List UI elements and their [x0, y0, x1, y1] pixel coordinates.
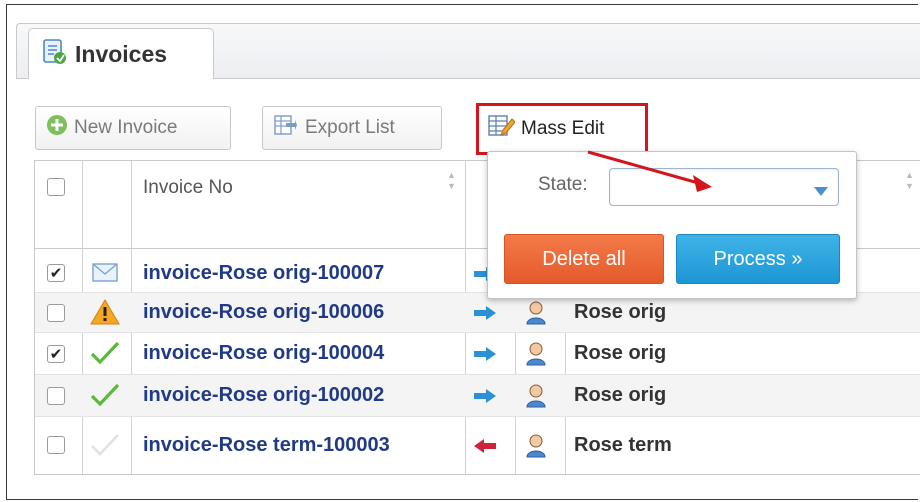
- mass-edit-popup: State: Delete all Process »: [487, 151, 857, 299]
- row-checkbox[interactable]: [47, 304, 65, 322]
- state-label: State:: [538, 174, 588, 195]
- account-name: Rose orig: [574, 301, 667, 323]
- invoice-link[interactable]: invoice-Rose orig-100002: [143, 384, 384, 407]
- account-name: Rose orig: [574, 384, 667, 406]
- user-icon: [525, 301, 547, 325]
- faded-checkmark-icon: [90, 432, 120, 458]
- invoice-link[interactable]: invoice-Rose orig-100007: [143, 262, 384, 285]
- account-name: Rose term: [574, 434, 672, 456]
- incoming-arrow-icon: [473, 438, 497, 454]
- tab-invoices[interactable]: Invoices: [28, 28, 214, 79]
- export-list-button[interactable]: Export List: [262, 106, 442, 150]
- sort-up-icon[interactable]: ▲: [905, 171, 914, 180]
- outgoing-arrow-icon: [473, 388, 497, 404]
- process-button[interactable]: Process »: [676, 234, 840, 284]
- warning-icon: [90, 299, 120, 325]
- plus-circle-icon: [46, 114, 68, 142]
- new-invoice-label: New Invoice: [74, 117, 178, 138]
- sort-down-icon[interactable]: ▼: [905, 182, 914, 191]
- account-name: Rose orig: [574, 342, 667, 364]
- checkmark-icon: [90, 340, 120, 366]
- table-row[interactable]: invoice-Rose term-100003 Rose term: [35, 417, 920, 474]
- invoice-link[interactable]: invoice-Rose term-100003: [143, 434, 390, 457]
- row-checkbox[interactable]: [47, 436, 65, 454]
- row-checkbox[interactable]: ✔: [47, 264, 65, 282]
- table-row[interactable]: ✔ invoice-Rose orig-100004 Rose orig: [35, 333, 920, 375]
- checkmark-icon: [90, 382, 120, 408]
- sort-up-icon[interactable]: ▲: [447, 171, 456, 180]
- envelope-icon: [90, 260, 120, 286]
- select-all-checkbox[interactable]: [47, 178, 65, 196]
- mass-edit-pencil-icon: [487, 113, 516, 145]
- sort-down-icon[interactable]: ▼: [447, 182, 456, 191]
- delete-all-button[interactable]: Delete all: [504, 234, 664, 284]
- invoice-link[interactable]: invoice-Rose orig-100006: [143, 301, 384, 324]
- tab-label: Invoices: [75, 40, 168, 67]
- chevron-down-icon[interactable]: [814, 183, 828, 201]
- mass-edit-label: Mass Edit: [521, 118, 605, 139]
- outgoing-arrow-icon: [473, 346, 497, 362]
- table-row[interactable]: invoice-Rose orig-100006 Rose orig: [35, 293, 920, 333]
- state-select[interactable]: [609, 168, 839, 206]
- new-invoice-button[interactable]: New Invoice: [35, 106, 231, 150]
- user-icon: [525, 342, 547, 366]
- export-table-icon: [273, 114, 299, 142]
- outgoing-arrow-icon: [473, 305, 497, 321]
- row-checkbox[interactable]: [47, 387, 65, 405]
- export-list-label: Export List: [305, 117, 395, 138]
- invoice-document-icon: [41, 38, 67, 70]
- row-checkbox[interactable]: ✔: [47, 345, 65, 363]
- header-invoice-no[interactable]: Invoice No: [143, 177, 233, 199]
- user-icon: [525, 434, 547, 458]
- mass-edit-button[interactable]: Mass Edit: [476, 103, 648, 155]
- user-icon: [525, 384, 547, 408]
- table-row[interactable]: invoice-Rose orig-100002 Rose orig: [35, 375, 920, 417]
- invoice-link[interactable]: invoice-Rose orig-100004: [143, 342, 384, 365]
